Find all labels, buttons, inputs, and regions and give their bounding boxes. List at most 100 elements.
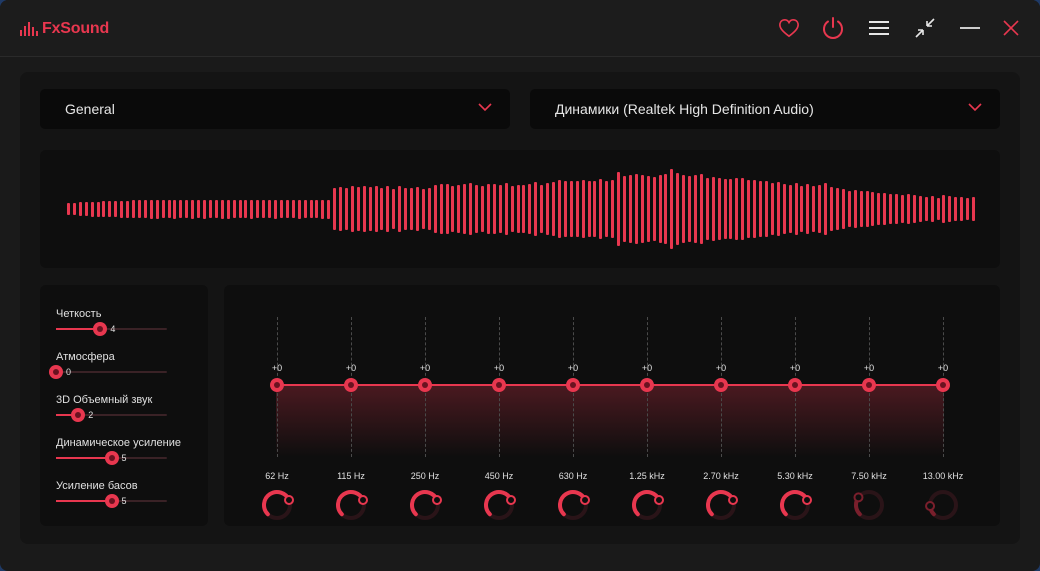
effect-slider-track[interactable]: 0 (49, 365, 167, 379)
eq-curve-fill (276, 385, 944, 457)
visualizer-bar (587, 181, 591, 237)
eq-frequency-knob[interactable] (259, 487, 295, 523)
eq-frequency-knob[interactable] (407, 487, 443, 523)
favorite-button[interactable] (774, 13, 804, 43)
spectrum-visualizer (40, 150, 1000, 268)
visualizer-bar (303, 200, 307, 218)
visualizer-bar (380, 188, 384, 230)
visualizer-bar (770, 183, 774, 235)
eq-band-handle[interactable] (566, 378, 580, 392)
visualizer-bar (824, 183, 828, 235)
visualizer-bar (652, 177, 656, 241)
minimize-button[interactable] (955, 13, 985, 43)
eq-band-handle[interactable] (936, 378, 950, 392)
effect-slider-handle[interactable] (49, 365, 63, 379)
effect-slider-track[interactable]: 5 (56, 451, 167, 465)
eq-frequency-knob[interactable] (481, 487, 517, 523)
effect-slider-track[interactable]: 2 (56, 408, 167, 422)
visualizer-bar (374, 186, 378, 232)
visualizer-bar (853, 190, 857, 228)
visualizer-bar (818, 185, 822, 233)
visualizer-bar (368, 187, 372, 231)
visualizer-bar (84, 202, 88, 216)
effect-slider-group: 3D Объемный звук 2 (56, 394, 196, 430)
visualizer-bar (865, 191, 869, 227)
visualizer-bar (327, 199, 331, 219)
effect-slider-handle[interactable] (93, 322, 108, 336)
eq-frequency-knob[interactable] (851, 487, 887, 523)
eq-frequency-knob[interactable] (703, 487, 739, 523)
eq-curve-line (276, 384, 944, 386)
visualizer-bar (599, 179, 603, 239)
eq-frequency-knob[interactable] (629, 487, 665, 523)
eq-band-handle[interactable] (862, 378, 876, 392)
eq-band-handle[interactable] (344, 378, 358, 392)
visualizer-bar (463, 184, 467, 234)
output-device-dropdown[interactable]: Динамики (Realtek High Definition Audio) (530, 89, 1000, 129)
visualizer-bar (628, 175, 632, 243)
effect-slider-handle[interactable] (71, 408, 86, 422)
visualizer-bar (78, 202, 82, 216)
visualizer-bar (883, 193, 887, 225)
menu-button[interactable] (864, 13, 894, 43)
effect-slider-track[interactable]: 5 (56, 494, 167, 508)
chevron-down-icon (478, 103, 492, 112)
visualizer-bar (315, 200, 319, 218)
visualizer-bar (747, 180, 751, 238)
eq-band-handle[interactable] (714, 378, 728, 392)
visualizer-bar (658, 175, 662, 243)
visualizer-bar (611, 180, 615, 238)
preset-dropdown[interactable]: General (40, 89, 510, 129)
visualizer-bar (268, 200, 272, 218)
visualizer-bar (214, 200, 218, 218)
eq-band-gain: +0 (863, 363, 875, 373)
visualizer-bar (339, 187, 343, 231)
eq-band-handle[interactable] (492, 378, 506, 392)
visualizer-bar (67, 203, 70, 215)
effect-label: Атмосфера (56, 351, 115, 363)
eq-band-handle[interactable] (418, 378, 432, 392)
visualizer-bar (776, 182, 780, 236)
visualizer-bar (433, 185, 437, 233)
eq-band-handle[interactable] (270, 378, 284, 392)
eq-band-handle[interactable] (640, 378, 654, 392)
visualizer-bar (948, 196, 952, 222)
visualizer-bar (581, 180, 585, 238)
eq-frequency-knob[interactable] (333, 487, 369, 523)
visualizer-bar (569, 181, 573, 237)
visualizer-bar (830, 187, 834, 231)
effect-slider-handle[interactable] (104, 451, 119, 465)
visualizer-bar (640, 175, 644, 243)
eq-frequency-knob[interactable] (555, 487, 591, 523)
visualizer-bar (682, 175, 686, 243)
eq-band-gain: +0 (641, 363, 653, 373)
minimize-view-button[interactable] (910, 13, 940, 43)
app-window: FxSound General Динамики (Realtek High D… (0, 0, 1040, 571)
visualizer-bar (285, 200, 289, 218)
power-button[interactable] (818, 13, 848, 43)
visualizer-bar (688, 176, 692, 242)
visualizer-bar (504, 183, 508, 235)
effect-slider-handle[interactable] (104, 494, 119, 508)
eq-frequency-knob[interactable] (777, 487, 813, 523)
visualizer-bar (723, 179, 727, 239)
visualizer-bar (439, 184, 443, 234)
visualizer-bar (557, 180, 561, 238)
eq-band-handle[interactable] (788, 378, 802, 392)
effect-slider-fill (56, 500, 112, 502)
visualizer-bar (451, 186, 455, 232)
visualizer-bar (161, 200, 165, 218)
visualizer-bar (794, 183, 798, 235)
eq-band-frequency: 450 Hz (484, 471, 514, 481)
visualizer-bar (475, 185, 479, 233)
visualizer-bar (918, 196, 922, 222)
effect-slider-track[interactable]: 4 (56, 322, 167, 336)
visualizer-bar (362, 186, 366, 232)
effect-label: Усиление басов (56, 480, 138, 492)
visualizer-bar (593, 181, 597, 237)
close-button[interactable] (996, 13, 1026, 43)
visualizer-bar (250, 199, 254, 219)
eq-band-gain: +0 (789, 363, 801, 373)
eq-band-gain: +0 (419, 363, 431, 373)
eq-frequency-knob[interactable] (925, 487, 961, 523)
